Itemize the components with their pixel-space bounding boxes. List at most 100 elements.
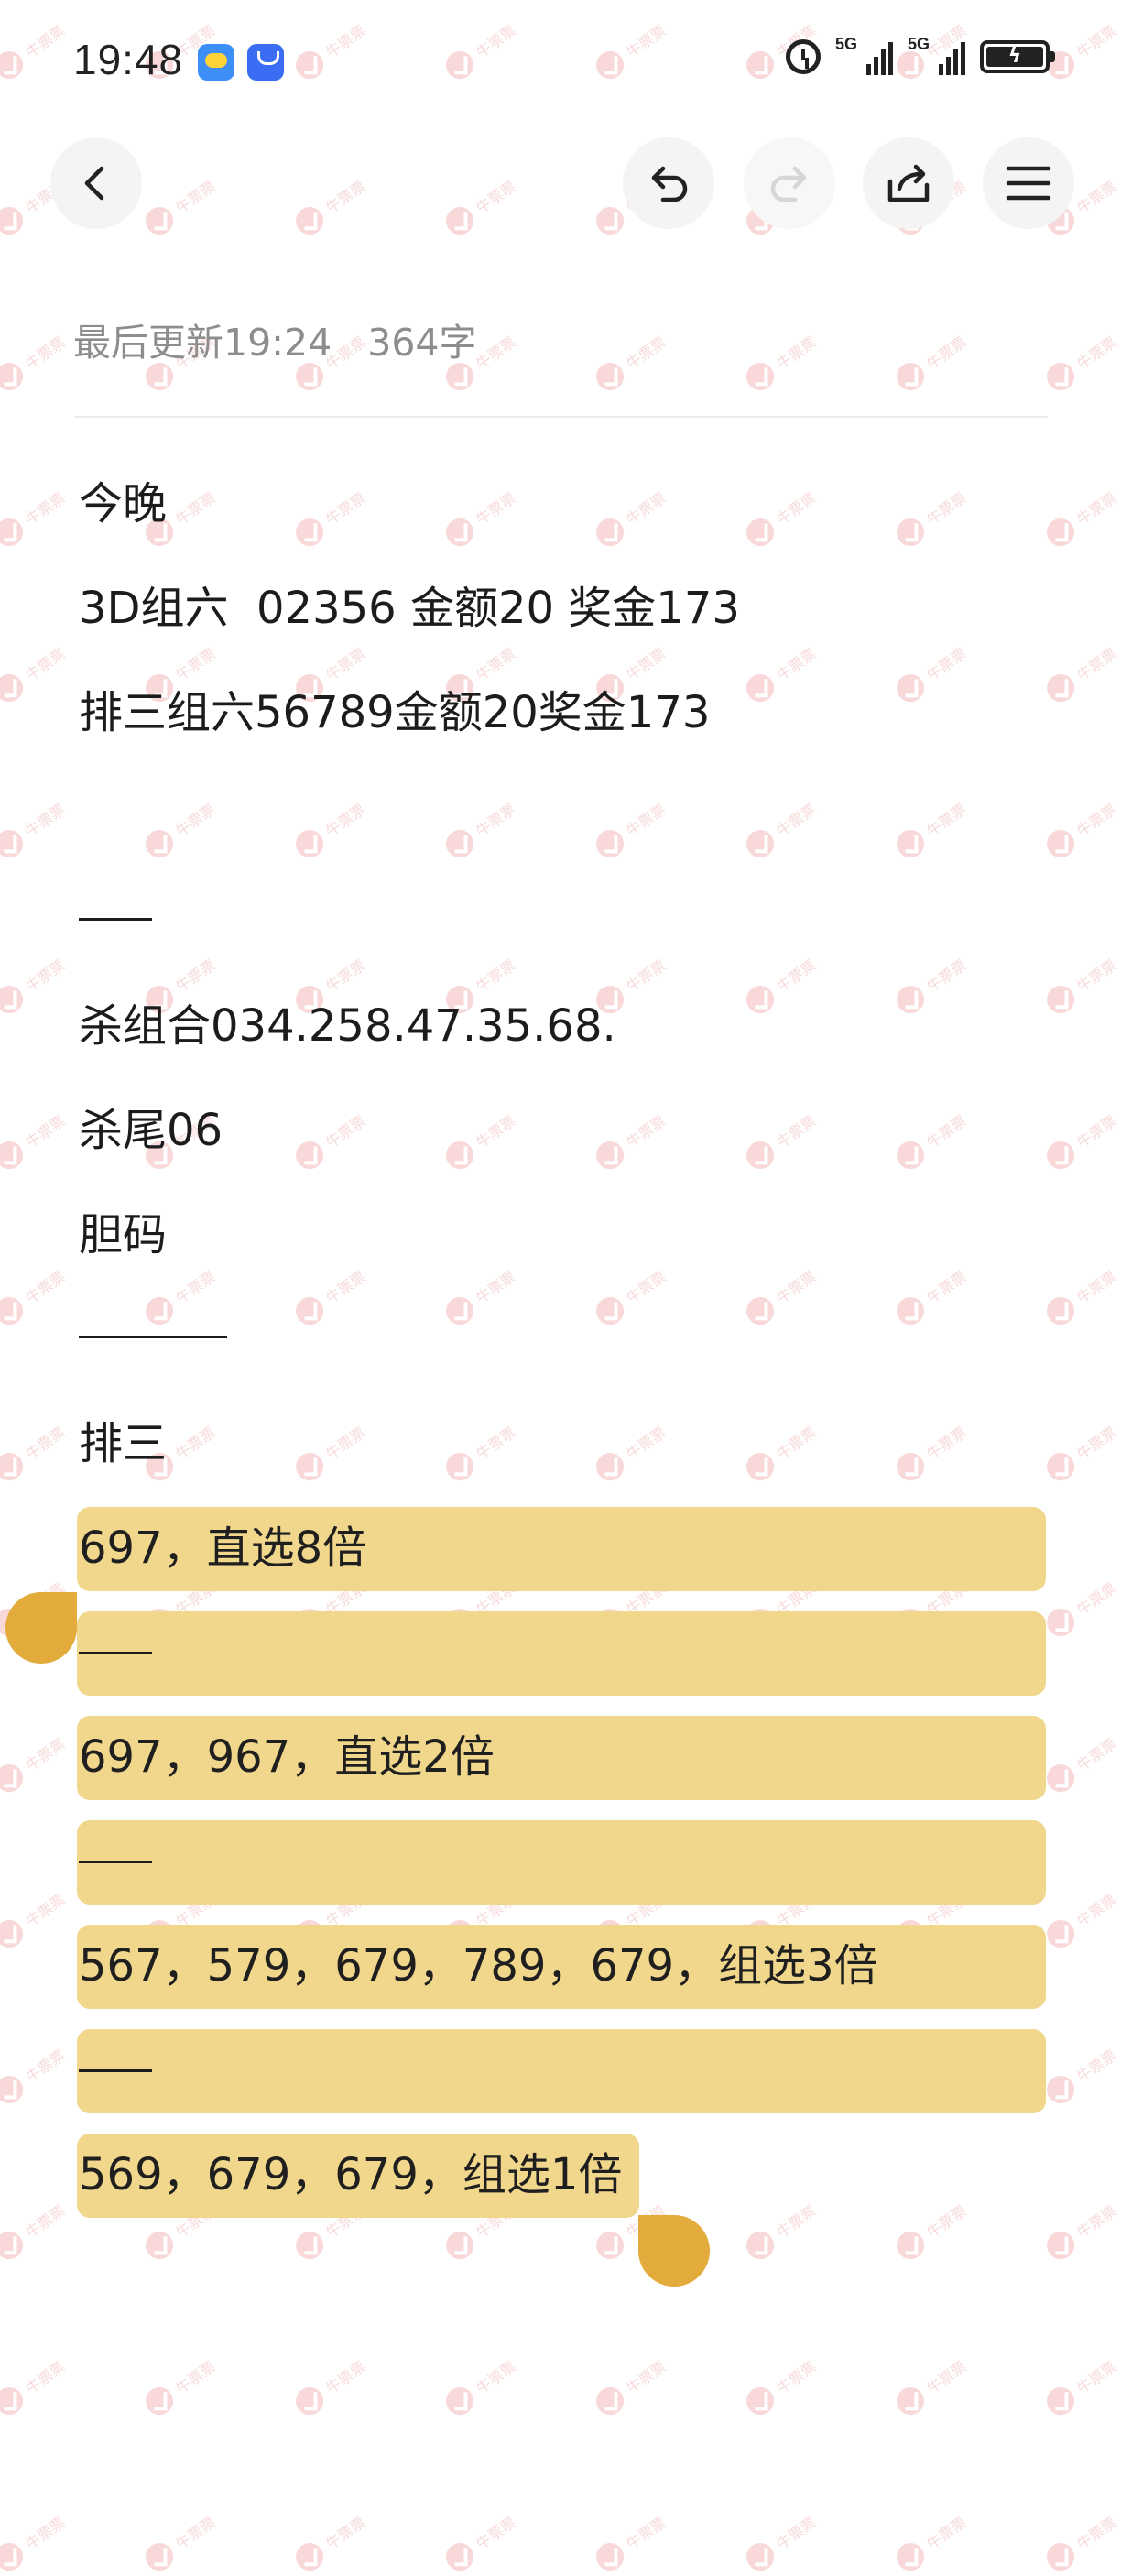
watermark-text: 牛票票 bbox=[22, 2046, 69, 2086]
watermark-text: 牛票票 bbox=[923, 1423, 970, 1463]
watermark-stamp: 牛票票 bbox=[0, 795, 71, 863]
highlighted-line: 697，直选8倍 bbox=[79, 1523, 367, 1574]
watermark-text: 牛票票 bbox=[22, 2513, 69, 2553]
watermark-text: 牛票票 bbox=[1073, 333, 1120, 373]
watermark-logo-icon bbox=[290, 2382, 329, 2420]
note-meta: 最后更新19:24 364字 bbox=[73, 321, 477, 365]
text-highlight bbox=[77, 1820, 1046, 1905]
watermark-text: 牛票票 bbox=[773, 1423, 820, 1463]
undo-button[interactable] bbox=[623, 137, 714, 229]
highlighted-line: 569，679，679，组选1倍 bbox=[79, 2149, 623, 2200]
watermark-logo-icon bbox=[891, 824, 930, 863]
watermark-text: 牛票票 bbox=[623, 488, 669, 529]
watermark-stamp: 牛票票 bbox=[1041, 1418, 1121, 1486]
watermark-text: 牛票票 bbox=[623, 1423, 669, 1463]
divider bbox=[75, 416, 1048, 418]
redo-button[interactable] bbox=[744, 137, 835, 229]
watermark-logo-icon bbox=[591, 513, 629, 551]
watermark-text: 牛票票 bbox=[923, 2513, 970, 2553]
watermark-text: 牛票票 bbox=[1073, 1578, 1120, 1619]
watermark-text: 牛票票 bbox=[923, 488, 970, 529]
watermark-logo-icon bbox=[1041, 1292, 1080, 1330]
watermark-logo-icon bbox=[0, 1136, 28, 1174]
menu-button[interactable] bbox=[983, 137, 1074, 229]
watermark-logo-icon bbox=[891, 2382, 930, 2420]
watermark-text: 牛票票 bbox=[773, 333, 820, 373]
watermark-logo-icon bbox=[0, 1915, 28, 1953]
note-line: 3D组六 02356 金额20 奖金173 bbox=[79, 583, 740, 634]
watermark-logo-icon bbox=[1041, 357, 1080, 396]
separator-line bbox=[79, 1336, 227, 1338]
text-highlight bbox=[77, 1611, 1046, 1696]
watermark-logo-icon bbox=[290, 1136, 329, 1174]
separator-line bbox=[79, 1652, 152, 1654]
watermark-text: 牛票票 bbox=[923, 1111, 970, 1152]
back-button[interactable] bbox=[50, 137, 142, 229]
selection-end-handle[interactable] bbox=[638, 2215, 710, 2287]
watermark-logo-icon bbox=[1041, 1603, 1080, 1642]
watermark-text: 牛票票 bbox=[1073, 488, 1120, 529]
watermark-logo-icon bbox=[290, 1447, 329, 1486]
share-button[interactable] bbox=[863, 137, 954, 229]
watermark-stamp: 牛票票 bbox=[140, 2508, 221, 2576]
watermark-stamp: 牛票票 bbox=[0, 1418, 71, 1486]
watermark-text: 牛票票 bbox=[623, 1111, 669, 1152]
chevron-left-icon bbox=[84, 166, 104, 201]
watermark-logo-icon bbox=[0, 2070, 28, 2109]
watermark-stamp: 牛票票 bbox=[741, 1418, 822, 1486]
watermark-logo-icon bbox=[891, 2538, 930, 2576]
watermark-logo-icon bbox=[741, 513, 779, 551]
watermark-logo-icon bbox=[891, 980, 930, 1019]
watermark-logo-icon bbox=[1041, 513, 1080, 551]
watermark-text: 牛票票 bbox=[923, 2201, 970, 2242]
watermark-stamp: 牛票票 bbox=[741, 1107, 822, 1174]
watermark-logo-icon bbox=[290, 824, 329, 863]
watermark-text: 牛票票 bbox=[322, 800, 369, 840]
watermark-text: 牛票票 bbox=[773, 1267, 820, 1307]
watermark-text: 牛票票 bbox=[1073, 800, 1120, 840]
watermark-text: 牛票票 bbox=[1073, 2513, 1120, 2553]
watermark-stamp: 牛票票 bbox=[1041, 2508, 1121, 2576]
undo-icon bbox=[651, 166, 688, 202]
watermark-logo-icon bbox=[591, 2226, 629, 2265]
watermark-stamp: 牛票票 bbox=[741, 2352, 822, 2420]
watermark-stamp: 牛票票 bbox=[1041, 951, 1121, 1019]
watermark-logo-icon bbox=[0, 1447, 28, 1486]
watermark-stamp: 牛票票 bbox=[891, 2508, 972, 2576]
watermark-text: 牛票票 bbox=[773, 644, 820, 684]
watermark-stamp: 牛票票 bbox=[441, 2508, 521, 2576]
watermark-logo-icon bbox=[741, 980, 779, 1019]
status-right-icons: 5G 5G ϟ bbox=[786, 35, 1055, 75]
watermark-text: 牛票票 bbox=[1073, 955, 1120, 996]
watermark-logo-icon bbox=[591, 1447, 629, 1486]
selection-start-handle[interactable] bbox=[5, 1592, 77, 1664]
watermark-stamp: 牛票票 bbox=[591, 328, 671, 396]
signal-icon: 5G bbox=[835, 35, 893, 75]
status-time: 19:48 bbox=[73, 36, 184, 83]
watermark-logo-icon bbox=[891, 2226, 930, 2265]
watermark-stamp: 牛票票 bbox=[290, 2352, 371, 2420]
battery-icon: ϟ bbox=[980, 40, 1055, 73]
watermark-stamp: 牛票票 bbox=[290, 1418, 371, 1486]
watermark-logo-icon bbox=[441, 1136, 479, 1174]
watermark-logo-icon bbox=[0, 669, 28, 707]
watermark-text: 牛票票 bbox=[473, 644, 519, 684]
watermark-text: 牛票票 bbox=[172, 488, 219, 529]
watermark-text: 牛票票 bbox=[172, 2357, 219, 2397]
watermark-stamp: 牛票票 bbox=[891, 2197, 972, 2265]
watermark-text: 牛票票 bbox=[322, 644, 369, 684]
watermark-text: 牛票票 bbox=[473, 2357, 519, 2397]
watermark-logo-icon bbox=[0, 1759, 28, 1797]
watermark-logo-icon bbox=[1041, 2070, 1080, 2109]
separator-line bbox=[79, 2069, 152, 2072]
watermark-stamp: 牛票票 bbox=[591, 1107, 671, 1174]
watermark-text: 牛票票 bbox=[172, 644, 219, 684]
watermark-text: 牛票票 bbox=[773, 800, 820, 840]
watermark-stamp: 牛票票 bbox=[441, 1262, 521, 1330]
watermark-stamp: 牛票票 bbox=[0, 1107, 71, 1174]
watermark-text: 牛票票 bbox=[172, 955, 219, 996]
watermark-text: 牛票票 bbox=[322, 488, 369, 529]
watermark-text: 牛票票 bbox=[1073, 644, 1120, 684]
watermark-text: 牛票票 bbox=[22, 488, 69, 529]
watermark-text: 牛票票 bbox=[623, 1267, 669, 1307]
